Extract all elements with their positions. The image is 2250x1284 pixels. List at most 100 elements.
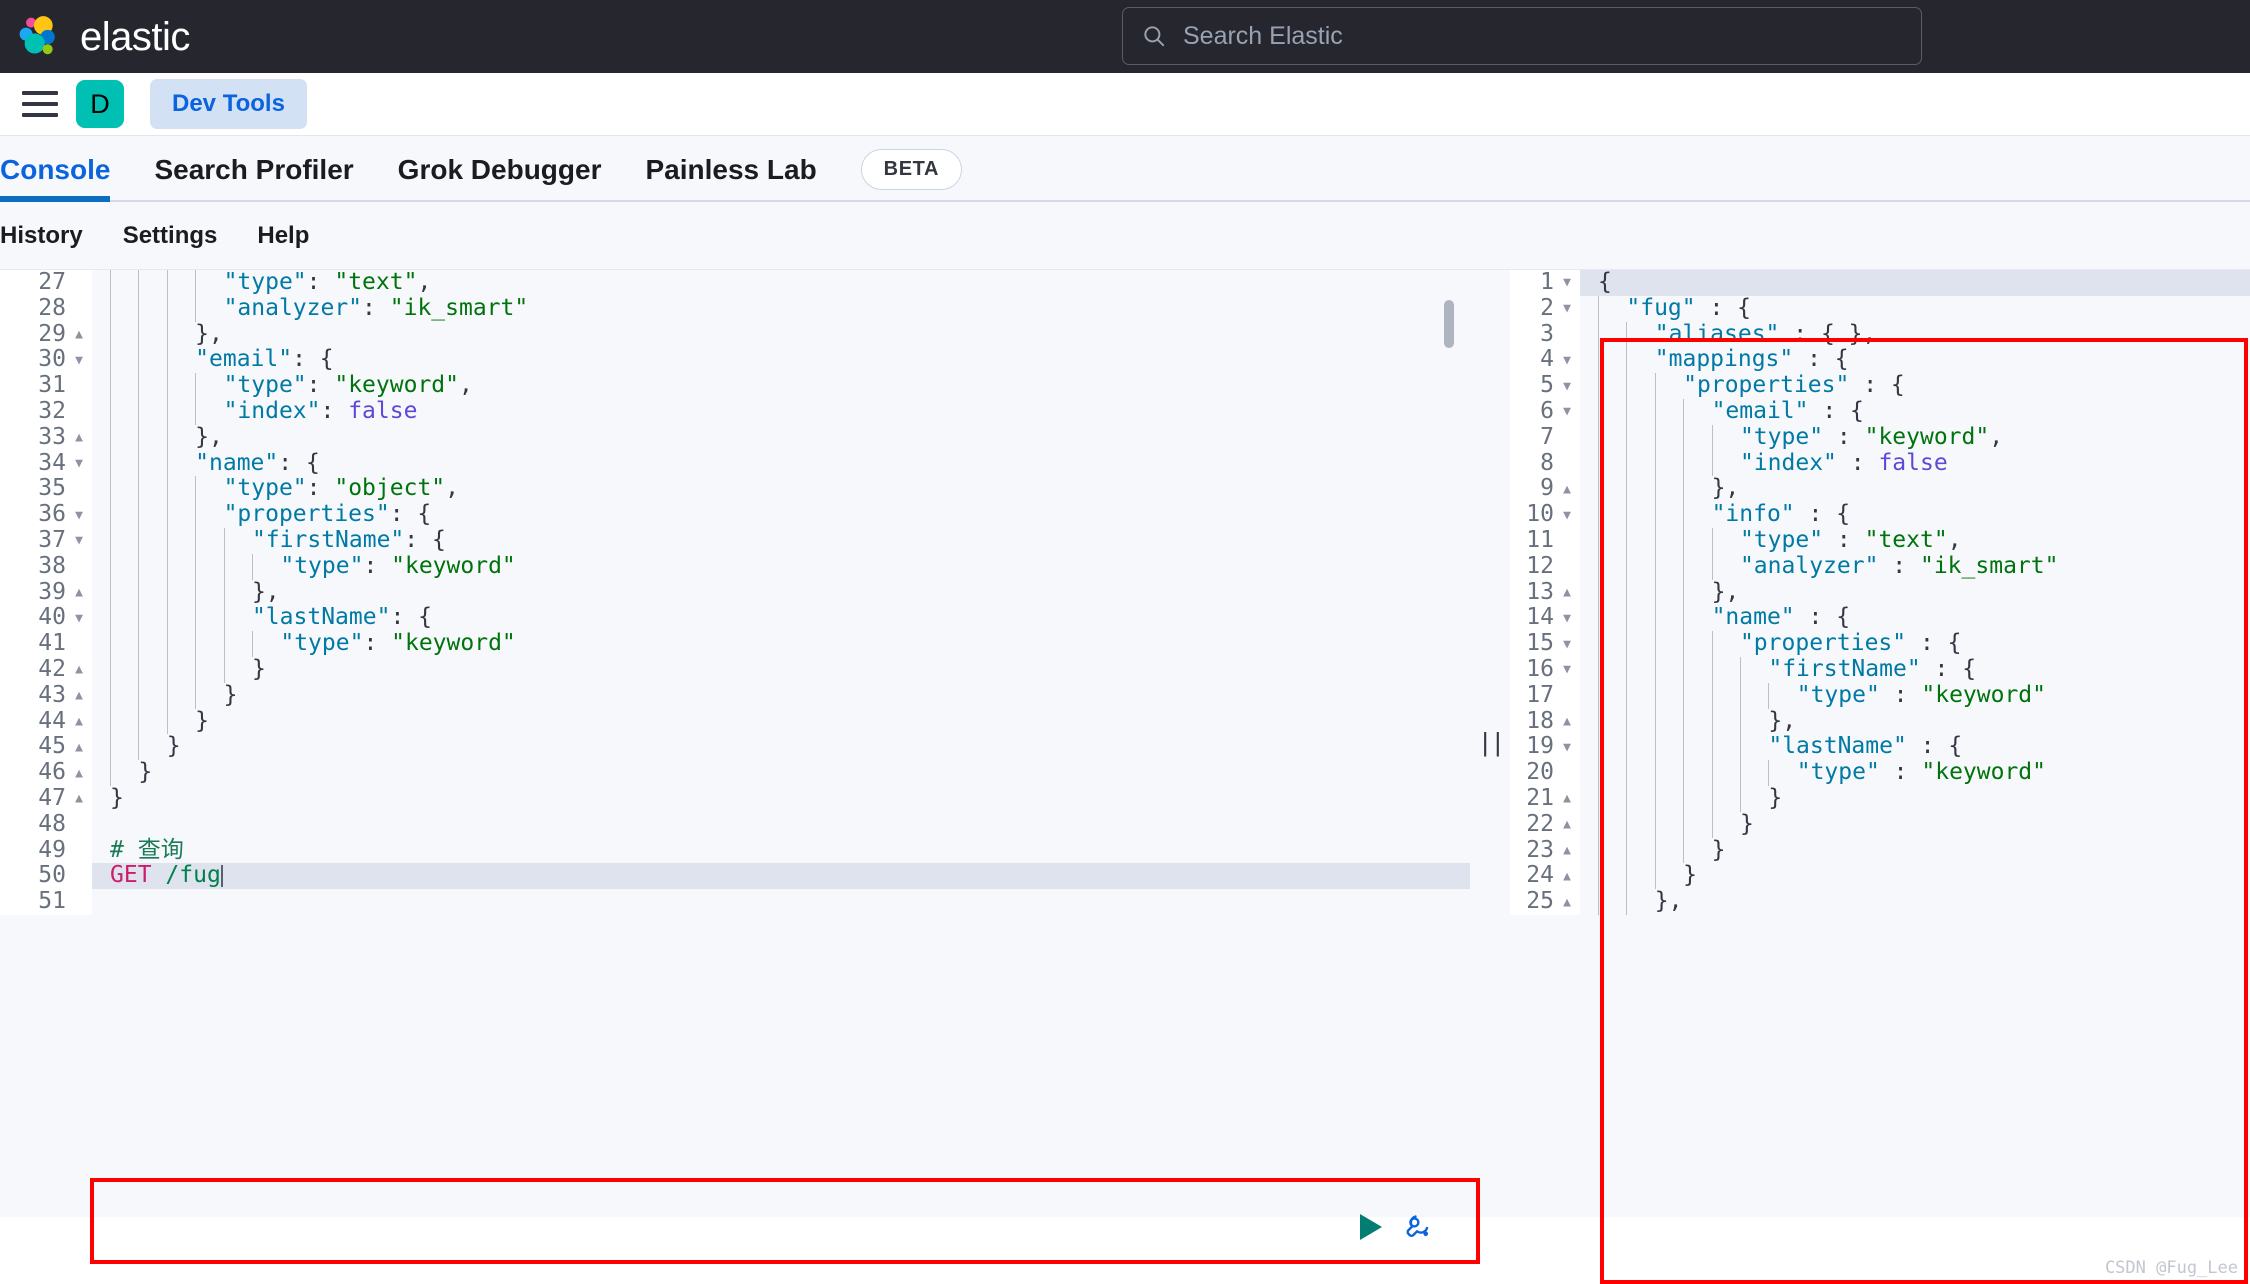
fold-up-icon[interactable]: ▲ (1560, 715, 1574, 728)
code-line[interactable]: 41 "type": "keyword" (0, 630, 1470, 657)
fold-up-icon[interactable]: ▲ (1560, 586, 1574, 599)
code-line[interactable]: 24 ▲} (1510, 863, 2250, 890)
code-line[interactable]: 29 ▲}, (0, 321, 1470, 348)
fold-down-icon[interactable]: ▼ (72, 354, 86, 367)
wrench-icon[interactable] (1404, 1212, 1434, 1242)
request-editor-lines[interactable]: 27 "type": "text", 28 "analyzer": "ik_smart… (0, 270, 1470, 915)
code-line[interactable]: 42 ▲} (0, 656, 1470, 683)
request-editor-pane[interactable]: 27 "type": "text", 28 "analyzer": "ik_smart… (0, 270, 1470, 1217)
play-icon[interactable] (1360, 1214, 1382, 1240)
code-line[interactable]: 28 "analyzer": "ik_smart" (0, 295, 1470, 322)
global-search-input[interactable]: Search Elastic (1122, 7, 1922, 65)
fold-up-icon[interactable]: ▲ (72, 792, 86, 805)
code-line[interactable]: 6 ▼ "email" : { (1510, 398, 2250, 425)
tab-painless-lab[interactable]: Painless Lab (645, 154, 816, 202)
fold-up-icon[interactable]: ▲ (1560, 870, 1574, 883)
fold-up-icon[interactable]: ▲ (72, 715, 86, 728)
fold-down-icon[interactable]: ▼ (72, 612, 86, 625)
code-line[interactable]: 27 "type": "text", (0, 270, 1470, 296)
fold-up-icon[interactable]: ▲ (72, 431, 86, 444)
code-line[interactable]: 5 ▼ "properties" : { (1510, 372, 2250, 399)
code-line[interactable]: 34 ▼ "name": { (0, 450, 1470, 477)
code-line[interactable]: 14 ▼ "name" : { (1510, 605, 2250, 632)
code-line[interactable]: 21 ▲} (1510, 785, 2250, 812)
fold-down-icon[interactable]: ▼ (1560, 663, 1574, 676)
code-line[interactable]: 16 ▼ "firstName" : { (1510, 656, 2250, 683)
code-line[interactable]: 44 ▲} (0, 708, 1470, 735)
code-line[interactable]: 36 ▼ "properties": { (0, 501, 1470, 528)
code-line[interactable]: 45 ▲} (0, 734, 1470, 761)
code-line[interactable]: 43 ▲} (0, 682, 1470, 709)
fold-down-icon[interactable]: ▼ (1560, 380, 1574, 393)
submenu-history[interactable]: History (0, 222, 83, 250)
pane-resize-handle[interactable]: || (1470, 270, 1510, 1217)
code-line[interactable]: 15 ▼ "properties" : { (1510, 630, 2250, 657)
code-line[interactable]: 37 ▼ "firstName": { (0, 527, 1470, 554)
code-line[interactable]: 30 ▼ "email": { (0, 347, 1470, 374)
fold-down-icon[interactable]: ▼ (1560, 509, 1574, 522)
fold-down-icon[interactable]: ▼ (1560, 302, 1574, 315)
code-line[interactable]: 47 ▲} (0, 785, 1470, 812)
submenu-help[interactable]: Help (257, 222, 309, 250)
code-line[interactable]: 1 ▼ { (1510, 270, 2250, 296)
fold-up-icon[interactable]: ▲ (72, 689, 86, 702)
code-line[interactable]: 32 "index": false (0, 398, 1470, 425)
code-line[interactable]: 40 ▼ "lastName": { (0, 605, 1470, 632)
code-line[interactable]: 2 ▼ "fug" : { (1510, 295, 2250, 322)
code-line[interactable]: 51 (0, 888, 1470, 915)
space-avatar[interactable]: D (76, 80, 124, 128)
fold-up-icon[interactable]: ▲ (72, 663, 86, 676)
fold-up-icon[interactable]: ▲ (1560, 792, 1574, 805)
fold-down-icon[interactable]: ▼ (1560, 405, 1574, 418)
fold-down-icon[interactable]: ▼ (1560, 612, 1574, 625)
code-line[interactable]: 46 ▲} (0, 759, 1470, 786)
fold-down-icon[interactable]: ▼ (1560, 276, 1574, 289)
code-line[interactable]: 18 ▲}, (1510, 708, 2250, 735)
fold-up-icon[interactable]: ▲ (1560, 896, 1574, 909)
code-line[interactable]: 3 "aliases" : { }, (1510, 321, 2250, 348)
code-line[interactable]: 33 ▲}, (0, 424, 1470, 451)
fold-down-icon[interactable]: ▼ (1560, 741, 1574, 754)
code-line[interactable]: 10 ▼ "info" : { (1510, 501, 2250, 528)
fold-up-icon[interactable]: ▲ (1560, 844, 1574, 857)
fold-up-icon[interactable]: ▲ (1560, 483, 1574, 496)
code-line[interactable]: 23 ▲} (1510, 837, 2250, 864)
response-output-pane[interactable]: 1 ▼{2 ▼ "fug" : {3 "aliases" : { }, 4 ▼ "mappin… (1510, 270, 2250, 1217)
fold-down-icon[interactable]: ▼ (72, 534, 86, 547)
fold-up-icon[interactable]: ▲ (72, 767, 86, 780)
submenu-settings[interactable]: Settings (123, 222, 218, 250)
fold-up-icon[interactable]: ▲ (72, 586, 86, 599)
code-line[interactable]: 11 "type" : "text", (1510, 527, 2250, 554)
fold-down-icon[interactable]: ▼ (1560, 638, 1574, 651)
code-line[interactable]: 13 ▲}, (1510, 579, 2250, 606)
code-line[interactable]: 8 "index" : false (1510, 450, 2250, 477)
code-line[interactable]: 38 "type": "keyword" (0, 553, 1470, 580)
hamburger-menu-icon[interactable] (14, 78, 66, 130)
code-line[interactable]: 19 ▼ "lastName" : { (1510, 734, 2250, 761)
code-line[interactable]: 50 GET /fug (0, 863, 1470, 890)
code-line[interactable]: 20 "type" : "keyword" (1510, 759, 2250, 786)
code-line[interactable]: 25 ▲}, (1510, 888, 2250, 915)
tab-console[interactable]: Console (0, 154, 111, 202)
code-line[interactable]: 12 "analyzer" : "ik_smart" (1510, 553, 2250, 580)
fold-down-icon[interactable]: ▼ (1560, 354, 1574, 367)
fold-up-icon[interactable]: ▲ (72, 328, 86, 341)
code-line[interactable]: 9 ▲}, (1510, 476, 2250, 503)
code-line[interactable]: 17 "type" : "keyword" (1510, 682, 2250, 709)
code-line[interactable]: 31 "type": "keyword", (0, 372, 1470, 399)
code-line[interactable]: 39 ▲}, (0, 579, 1470, 606)
code-line[interactable]: 48 (0, 811, 1470, 838)
code-line[interactable]: 7 "type" : "keyword", (1510, 424, 2250, 451)
fold-down-icon[interactable]: ▼ (72, 457, 86, 470)
code-line[interactable]: 35 "type": "object", (0, 476, 1470, 503)
fold-up-icon[interactable]: ▲ (1560, 818, 1574, 831)
code-line[interactable]: 22 ▲} (1510, 811, 2250, 838)
fold-up-icon[interactable]: ▲ (72, 741, 86, 754)
tab-grok-debugger[interactable]: Grok Debugger (398, 154, 602, 202)
request-editor-scrollbar[interactable] (1444, 300, 1454, 348)
fold-down-icon[interactable]: ▼ (72, 509, 86, 522)
breadcrumb-dev-tools[interactable]: Dev Tools (150, 79, 307, 129)
tab-search-profiler[interactable]: Search Profiler (154, 154, 353, 202)
code-line[interactable]: 49 # 查询 (0, 837, 1470, 864)
code-line[interactable]: 4 ▼ "mappings" : { (1510, 347, 2250, 374)
